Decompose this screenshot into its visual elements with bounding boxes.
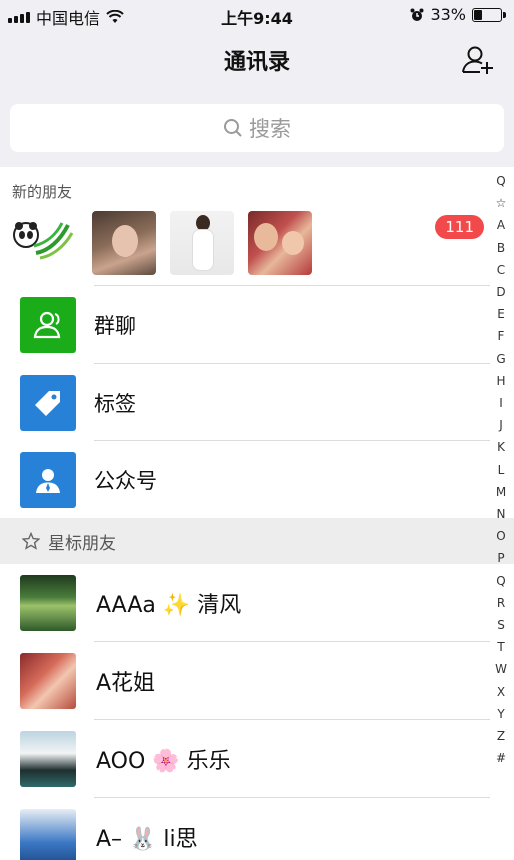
star-icon	[22, 532, 40, 550]
menu-item-label: 标签	[94, 391, 136, 416]
new-friends-count-badge: 111	[435, 215, 484, 239]
index-letter[interactable]: S	[497, 614, 505, 636]
index-letter[interactable]: J	[499, 414, 503, 436]
index-letter[interactable]: P	[497, 547, 504, 569]
menu-item-label: 公众号	[94, 468, 157, 493]
battery-fill	[474, 9, 483, 20]
group-chat-icon	[20, 296, 76, 353]
contact-row[interactable]: A花姐	[0, 642, 490, 720]
index-letter[interactable]: H	[496, 370, 505, 392]
starred-friends-label: 星标朋友	[48, 533, 116, 554]
index-letter[interactable]: W	[495, 658, 507, 680]
index-letter[interactable]: R	[497, 592, 505, 614]
battery-icon	[472, 7, 506, 22]
contact-row[interactable]: AAAa ✨ 清风	[0, 564, 490, 642]
index-letter[interactable]: X	[497, 681, 505, 703]
index-letter[interactable]: L	[498, 459, 505, 481]
index-letter[interactable]: Y	[497, 703, 504, 725]
search-bar[interactable]: 搜索	[10, 104, 504, 152]
contact-avatar	[20, 809, 76, 860]
index-letter[interactable]: A	[497, 214, 505, 236]
tag-icon	[20, 374, 76, 431]
index-letter[interactable]: M	[496, 481, 506, 503]
contact-name: AAAa ✨ 清风	[96, 593, 242, 618]
contact-name: A花姐	[96, 671, 156, 696]
index-letter[interactable]: #	[496, 747, 506, 769]
add-friend-icon[interactable]	[460, 42, 496, 78]
index-letter[interactable]: I	[499, 392, 503, 414]
alarm-icon	[410, 8, 424, 21]
search-icon	[224, 119, 242, 137]
index-letter[interactable]: F	[498, 325, 505, 347]
menu-item-label: 群聊	[94, 313, 136, 338]
panda-logo-avatar	[10, 211, 78, 275]
alphabet-index-bar[interactable]: Q ☆ A B C D E F G H I J K L M N O P Q R S T W X Y Z #	[490, 170, 512, 769]
contact-name: A– 🐰 li思	[96, 827, 198, 852]
contact-name: AOO 🌸 乐乐	[96, 749, 231, 774]
menu-item-official-accounts[interactable]: 公众号	[0, 441, 490, 518]
nav-bar: 通讯录	[0, 30, 514, 90]
new-friend-avatar	[248, 211, 312, 275]
index-letter[interactable]: D	[496, 281, 505, 303]
contact-row[interactable]: AOO 🌸 乐乐	[0, 720, 490, 798]
menu-item-tags[interactable]: 标签	[0, 364, 490, 441]
index-letter[interactable]: Q	[496, 170, 505, 192]
new-friend-avatar	[170, 211, 234, 275]
new-friends-label: 新的朋友	[12, 183, 73, 201]
contact-avatar	[20, 653, 76, 709]
index-letter[interactable]: T	[497, 636, 504, 658]
starred-friends-header: 星标朋友	[0, 518, 514, 564]
status-bar: 中国电信 上午9:44 33%	[0, 0, 514, 30]
contact-avatar	[20, 575, 76, 631]
index-letter[interactable]: Z	[497, 725, 505, 747]
contacts-list: 新的朋友 111 群聊 标签 公众号 星标朋友 AAAa ✨ 清风 A花姐 AO…	[0, 167, 514, 860]
index-letter[interactable]: G	[496, 348, 505, 370]
index-letter[interactable]: Q	[496, 570, 505, 592]
contact-row[interactable]: A– 🐰 li思	[0, 798, 490, 860]
menu-item-group-chats[interactable]: 群聊	[0, 286, 490, 363]
index-letter[interactable]: B	[497, 237, 505, 259]
index-letter[interactable]: K	[497, 436, 505, 458]
official-account-icon	[20, 451, 76, 508]
contact-avatar	[20, 731, 76, 787]
index-letter[interactable]: O	[496, 525, 505, 547]
index-letter[interactable]: C	[497, 259, 505, 281]
status-right: 33%	[410, 5, 506, 24]
index-letter[interactable]: ☆	[496, 192, 507, 214]
page-title: 通讯录	[223, 50, 290, 75]
index-letter[interactable]: N	[497, 503, 506, 525]
battery-percent: 33%	[430, 5, 466, 24]
new-friends-thumbnails	[10, 211, 312, 275]
new-friends-section[interactable]: 新的朋友 111	[0, 167, 514, 285]
new-friend-avatar	[92, 211, 156, 275]
index-letter[interactable]: E	[497, 303, 505, 325]
search-placeholder: 搜索	[249, 117, 291, 141]
